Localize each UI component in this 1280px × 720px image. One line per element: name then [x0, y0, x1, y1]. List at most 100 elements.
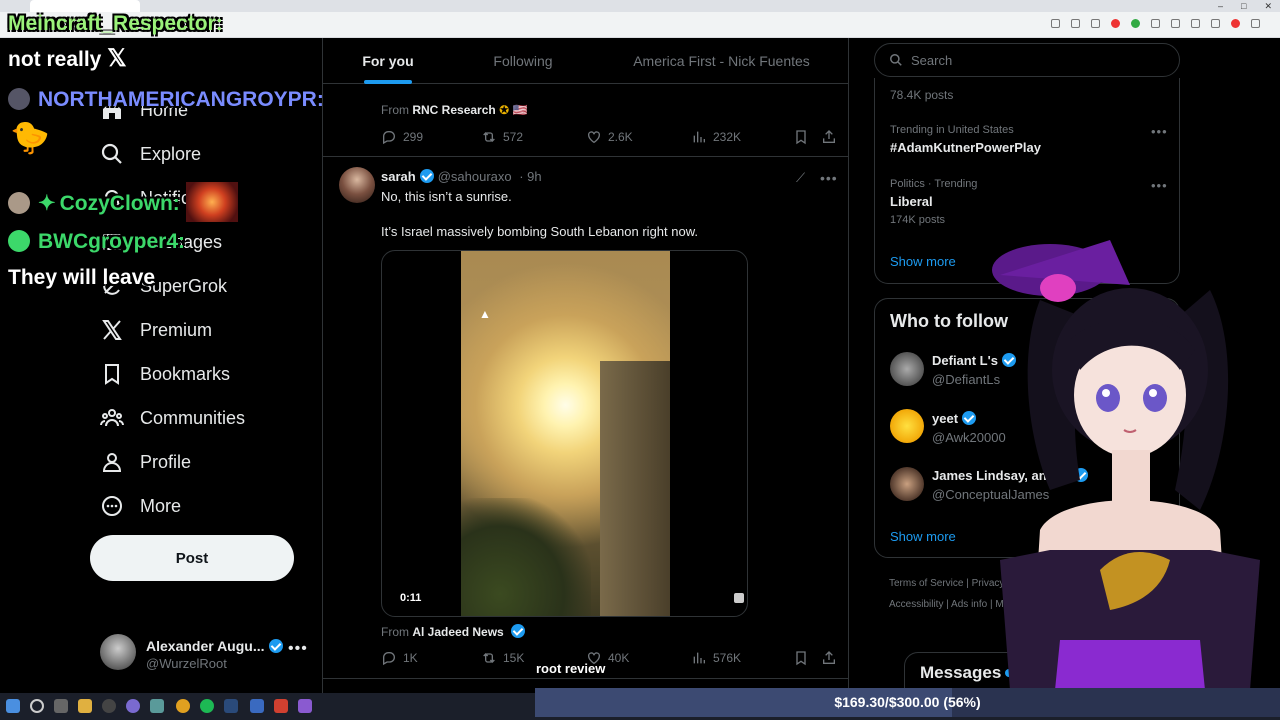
- nav-label: Premium: [140, 319, 213, 340]
- star-icon[interactable]: [1091, 19, 1100, 28]
- obs-icon[interactable]: [102, 699, 116, 713]
- tweet-text: No, this isn’t a sunrise.: [381, 189, 512, 204]
- follow-name-text: yeet: [932, 411, 959, 426]
- share-button[interactable]: [821, 129, 837, 145]
- reply-button[interactable]: 1K: [381, 650, 418, 666]
- download-icon[interactable]: [1211, 19, 1220, 28]
- share-button[interactable]: [821, 650, 837, 666]
- tab-following[interactable]: Following: [453, 38, 593, 84]
- nav-item-premium[interactable]: Premium: [100, 310, 212, 350]
- bookmark-icon: [796, 651, 806, 666]
- mouse-cursor-icon: ▲: [479, 307, 491, 321]
- app-icon[interactable]: [298, 699, 312, 713]
- avatar[interactable]: [339, 167, 375, 203]
- more-horizontal-icon[interactable]: •••: [288, 640, 308, 658]
- chrome-icon[interactable]: [176, 699, 190, 713]
- app-icon[interactable]: [126, 699, 140, 713]
- trend-posts: 174K posts: [890, 214, 946, 226]
- more-horizontal-icon[interactable]: •••: [1151, 178, 1168, 193]
- nav-item-more[interactable]: More: [100, 486, 181, 526]
- profile-icon[interactable]: [1231, 19, 1240, 28]
- account-name: Alexander Augu...: [146, 638, 283, 654]
- duck-emote-icon: 🐤: [10, 119, 50, 155]
- search-input[interactable]: [911, 52, 1161, 68]
- minimize-icon[interactable]: –: [1218, 0, 1223, 12]
- screen: { "chat": [ {"name": "Meincraft_Respecto…: [0, 0, 1280, 720]
- tweet-time[interactable]: · 9h: [519, 169, 541, 184]
- avatar[interactable]: [890, 467, 924, 501]
- close-icon[interactable]: ✕: [1264, 0, 1272, 12]
- tab-for-you[interactable]: For you: [323, 38, 453, 84]
- divider: [323, 156, 848, 157]
- repost-button[interactable]: 572: [481, 129, 523, 145]
- more-horizontal-icon[interactable]: •••: [820, 170, 838, 186]
- search-box[interactable]: [874, 43, 1180, 77]
- grok-explain-icon[interactable]: ⟋: [796, 170, 805, 186]
- bookmark-button[interactable]: [793, 129, 809, 145]
- like-button[interactable]: 2.6K: [586, 129, 633, 145]
- app-icon[interactable]: [250, 699, 264, 713]
- follow-name[interactable]: James Lindsay, anti-...: [932, 468, 1088, 483]
- app-icon[interactable]: [150, 699, 164, 713]
- analytics-icon: [693, 652, 705, 664]
- post-button[interactable]: Post: [90, 535, 294, 581]
- avatar[interactable]: [890, 352, 924, 386]
- messages-drawer[interactable]: Messages: [904, 652, 1044, 692]
- extension-icon[interactable]: [1051, 19, 1060, 28]
- steam-icon[interactable]: [224, 699, 238, 713]
- media-settings-icon[interactable]: [734, 593, 744, 603]
- more-horizontal-icon[interactable]: •••: [1151, 124, 1168, 139]
- follow-name[interactable]: Defiant L's: [932, 353, 1016, 368]
- trend-title[interactable]: #AdamKutnerPowerPlay: [890, 140, 1041, 155]
- tweet-author-name[interactable]: sarah: [381, 169, 416, 184]
- follow-name[interactable]: yeet: [932, 411, 977, 426]
- trend-title[interactable]: Liberal: [890, 194, 933, 209]
- tweet-source: From Al Jadeed News: [381, 624, 526, 639]
- video-scenery: [461, 498, 591, 616]
- show-more-link[interactable]: Show more: [890, 254, 956, 269]
- nav-item-communities[interactable]: Communities: [100, 398, 245, 438]
- feed-tabs: For you Following America First - Nick F…: [323, 38, 848, 84]
- extension-icon[interactable]: [1111, 19, 1120, 28]
- reply-count: 1K: [403, 651, 418, 665]
- tab-america-first[interactable]: America First - Nick Fuentes: [593, 38, 848, 84]
- zoom-icon[interactable]: [1071, 19, 1080, 28]
- heart-icon: [588, 131, 600, 144]
- chat-username: NORTHAMERICANGROYPR:: [38, 88, 324, 111]
- share-icon: [823, 651, 835, 664]
- show-more-link[interactable]: Show more: [890, 529, 956, 544]
- nav-item-profile[interactable]: Profile: [100, 442, 191, 482]
- views-button[interactable]: 576K: [691, 650, 741, 666]
- task-view-icon[interactable]: [54, 699, 68, 713]
- reply-button[interactable]: 299: [381, 129, 423, 145]
- repost-button[interactable]: 15K: [481, 650, 524, 666]
- extension-icon[interactable]: [1151, 19, 1160, 28]
- start-icon[interactable]: [6, 699, 20, 713]
- from-label: From: [381, 625, 409, 639]
- video-duration: 0:11: [400, 592, 422, 604]
- bookmark-button[interactable]: [793, 650, 809, 666]
- footer-links[interactable]: Terms of Service | Privacy Poli: [889, 578, 1024, 589]
- avatar[interactable]: [890, 409, 924, 443]
- account-switcher[interactable]: Alexander Augu... @WurzelRoot •••: [100, 634, 315, 674]
- maximize-icon[interactable]: □: [1241, 0, 1246, 12]
- brave-icon[interactable]: [274, 699, 288, 713]
- spotify-icon[interactable]: [200, 699, 214, 713]
- extension-icon[interactable]: [1171, 19, 1180, 28]
- nav-item-bookmarks[interactable]: Bookmarks: [100, 354, 230, 394]
- tweet-video[interactable]: 0:11: [381, 250, 748, 617]
- right-sidebar: 78.4K posts Trending in United States #A…: [874, 38, 1180, 693]
- source-link[interactable]: Al Jadeed News: [412, 625, 503, 639]
- folder-icon[interactable]: [78, 699, 92, 713]
- search-icon[interactable]: [30, 699, 44, 713]
- chat-username: CozyClown:: [59, 192, 180, 215]
- chat-badge-icon: [8, 192, 30, 214]
- menu-icon[interactable]: [1251, 19, 1260, 28]
- source-link[interactable]: RNC Research: [412, 103, 495, 117]
- views-button[interactable]: 232K: [691, 129, 741, 145]
- analytics-icon: [693, 131, 705, 143]
- footer-links[interactable]: Accessibility | Ads info | M: [889, 599, 1004, 610]
- extension-icon[interactable]: [1131, 19, 1140, 28]
- tweet-author-handle[interactable]: @sahouraxo: [438, 169, 512, 184]
- sidebar-icon[interactable]: [1191, 19, 1200, 28]
